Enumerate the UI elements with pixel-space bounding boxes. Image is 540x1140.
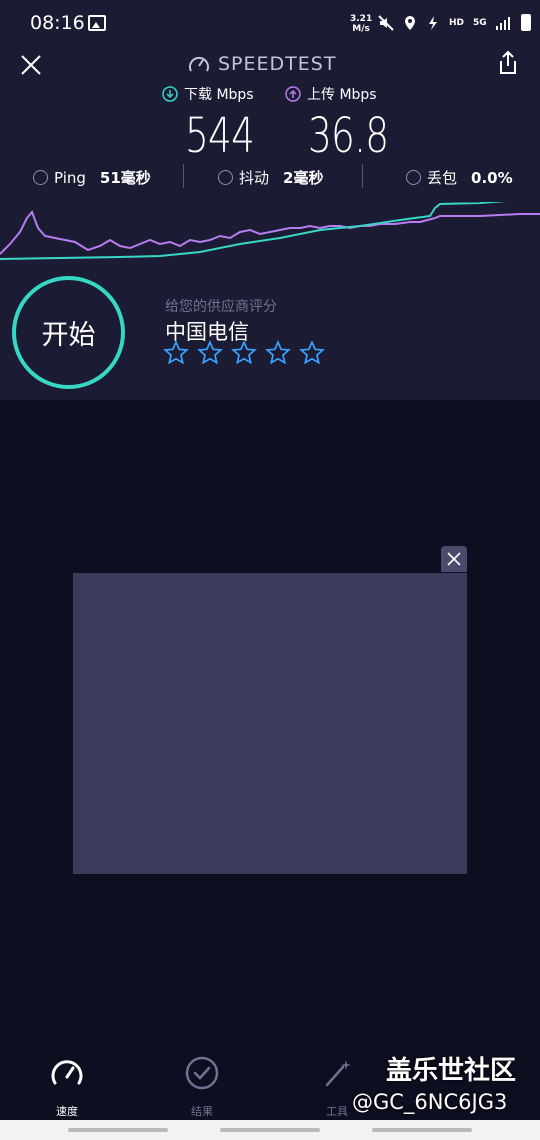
gesture-hint <box>372 1128 472 1132</box>
start-test-button[interactable]: 开始 <box>12 276 125 389</box>
nav-tab-speed-label: 速度 <box>56 1105 78 1118</box>
rate-provider-prompt: 给您的供应商评分 <box>165 299 277 315</box>
community-watermark-handle: @GC_6NC6JG3 <box>352 1090 508 1114</box>
app-title: SPEEDTEST <box>188 53 336 75</box>
gallery-notification-icon <box>88 15 106 31</box>
upload-arrow-icon <box>285 86 301 102</box>
stats-row: Ping 51毫秒 抖动 2毫秒 丢包 0.0% <box>0 164 540 192</box>
share-icon[interactable] <box>496 50 520 76</box>
ad-close-button[interactable] <box>441 546 467 572</box>
download-label: 下载 Mbps <box>162 84 254 104</box>
star-icon[interactable] <box>299 340 325 366</box>
speedtest-logo-icon <box>189 56 209 72</box>
network-speed-value: 3.21 <box>350 14 373 24</box>
upload-value: 36.8 <box>308 108 389 164</box>
ping-icon <box>33 170 48 185</box>
ping-label: Ping <box>54 168 86 187</box>
speedometer-icon <box>51 1060 83 1085</box>
divider <box>362 164 363 188</box>
status-bar: 08:16 3.21 M/s HD 5G <box>0 0 540 44</box>
speed-graph <box>0 202 540 260</box>
gesture-hint <box>220 1128 320 1132</box>
speedtest-result-panel: SPEEDTEST 下载 Mbps 544 上传 Mbps 36.8 Ping … <box>0 44 540 400</box>
mute-icon <box>378 14 394 31</box>
status-time: 08:16 <box>30 12 85 34</box>
packet-loss-label: 丢包 <box>427 169 458 187</box>
close-icon <box>447 552 461 566</box>
system-gesture-bar <box>0 1120 540 1140</box>
network-type-badge: 5G <box>473 17 487 28</box>
checkmark-circle-icon <box>185 1056 219 1090</box>
flash-download-icon <box>429 15 437 30</box>
gesture-hint <box>68 1128 168 1132</box>
download-speed-line <box>0 202 507 260</box>
ping-value: 51毫秒 <box>99 169 151 187</box>
star-icon[interactable] <box>231 340 257 366</box>
ad-banner[interactable] <box>73 573 467 874</box>
jitter-stat: 抖动 2毫秒 <box>218 167 323 188</box>
download-label-text: 下载 Mbps <box>184 87 254 103</box>
signal-icon <box>495 16 510 30</box>
nav-tab-results-label: 结果 <box>191 1105 213 1118</box>
star-icon[interactable] <box>197 340 223 366</box>
jitter-value: 2毫秒 <box>283 169 324 187</box>
hd-badge: HD <box>449 17 465 28</box>
wand-icon <box>325 1060 351 1087</box>
jitter-icon <box>218 170 233 185</box>
community-watermark-title: 盖乐世社区 <box>386 1056 517 1086</box>
star-icon[interactable] <box>265 340 291 366</box>
nav-tab-speed[interactable]: 速度 <box>27 1055 107 1119</box>
divider <box>183 164 184 188</box>
app-title-text: SPEEDTEST <box>218 53 337 75</box>
nav-tab-results[interactable]: 结果 <box>162 1055 242 1119</box>
location-icon <box>405 15 415 30</box>
network-speed-unit: M/s <box>352 24 370 34</box>
download-arrow-icon <box>162 86 178 102</box>
packet-loss-stat: 丢包 0.0% <box>406 167 513 188</box>
packet-loss-value: 0.0% <box>471 168 513 187</box>
star-icon[interactable] <box>163 340 189 366</box>
upload-label: 上传 Mbps <box>285 84 377 104</box>
upload-speed-line <box>0 210 540 255</box>
ping-stat: Ping 51毫秒 <box>33 167 151 188</box>
download-value: 544 <box>185 108 255 164</box>
jitter-label: 抖动 <box>239 169 270 187</box>
packet-loss-icon <box>406 170 421 185</box>
rating-stars <box>163 340 325 366</box>
close-icon[interactable] <box>20 54 42 76</box>
status-icons: HD 5G <box>378 14 531 31</box>
network-speed-indicator: 3.21 M/s <box>350 14 372 34</box>
upload-label-text: 上传 Mbps <box>307 87 377 103</box>
battery-icon <box>520 14 531 31</box>
